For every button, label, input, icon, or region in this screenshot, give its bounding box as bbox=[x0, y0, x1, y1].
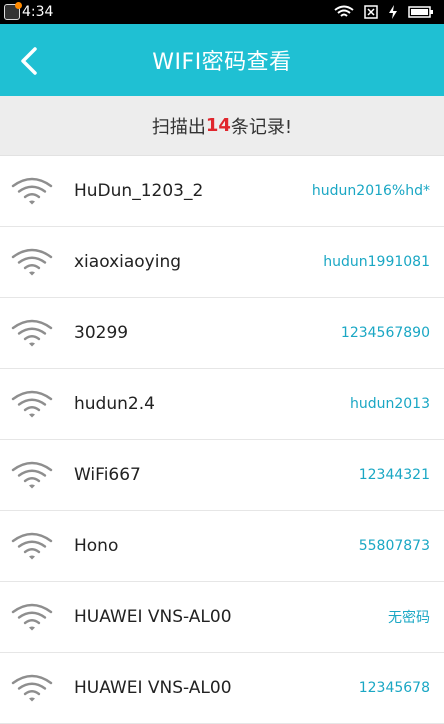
wifi-signal-icon bbox=[334, 5, 354, 19]
status-bar: 4:34 bbox=[0, 0, 444, 24]
network-password[interactable]: 12344321 bbox=[359, 467, 430, 483]
charging-icon bbox=[388, 5, 398, 19]
status-right bbox=[334, 5, 434, 19]
no-sim-icon bbox=[364, 5, 378, 19]
wifi-icon bbox=[10, 315, 54, 351]
status-left: 4:34 bbox=[4, 2, 54, 20]
chevron-left-icon bbox=[21, 47, 37, 75]
wifi-list-item[interactable]: WiFi667 12344321 bbox=[0, 440, 444, 511]
network-ssid: Hono bbox=[74, 536, 119, 556]
wifi-list-item[interactable]: HuDun_1203_2 hudun2016%hd* bbox=[0, 156, 444, 227]
network-ssid: HuDun_1203_2 bbox=[74, 181, 204, 201]
network-ssid: HUAWEI VNS-AL00 bbox=[74, 678, 232, 698]
status-time: 4:34 bbox=[22, 4, 54, 20]
wifi-icon bbox=[10, 386, 54, 422]
summary-suffix: 条记录! bbox=[230, 116, 293, 138]
wifi-list: HuDun_1203_2 hudun2016%hd* xiaoxiaoying … bbox=[0, 156, 444, 724]
network-ssid: hudun2.4 bbox=[74, 394, 155, 414]
network-password[interactable]: hudun2013 bbox=[350, 396, 430, 412]
wifi-icon bbox=[10, 670, 54, 706]
network-password[interactable]: 无密码 bbox=[388, 607, 430, 627]
network-password[interactable]: hudun1991081 bbox=[323, 254, 430, 270]
wifi-list-item[interactable]: hudun2.4 hudun2013 bbox=[0, 369, 444, 440]
wifi-list-item[interactable]: HUAWEI VNS-AL00 无密码 bbox=[0, 582, 444, 653]
network-password[interactable]: 12345678 bbox=[359, 680, 430, 696]
wifi-icon bbox=[10, 528, 54, 564]
wifi-icon bbox=[10, 457, 54, 493]
back-button[interactable] bbox=[16, 46, 42, 76]
network-password[interactable]: 55807873 bbox=[359, 538, 430, 554]
app-bar: WIFI密码查看 bbox=[0, 24, 444, 96]
network-password[interactable]: hudun2016%hd* bbox=[312, 183, 430, 199]
wifi-list-item[interactable]: Hono 55807873 bbox=[0, 511, 444, 582]
summary-prefix: 扫描出 bbox=[151, 116, 206, 138]
network-ssid: HUAWEI VNS-AL00 bbox=[74, 607, 232, 627]
wifi-icon bbox=[10, 599, 54, 635]
wifi-list-item[interactable]: xiaoxiaoying hudun1991081 bbox=[0, 227, 444, 298]
page-title: WIFI密码查看 bbox=[152, 50, 292, 75]
notification-app-icon bbox=[4, 2, 22, 20]
network-ssid: xiaoxiaoying bbox=[74, 252, 182, 272]
wifi-list-item[interactable]: HUAWEI VNS-AL00 12345678 bbox=[0, 653, 444, 724]
record-count: 14 bbox=[205, 115, 231, 136]
scan-summary: 扫描出 14 条记录! bbox=[0, 96, 444, 156]
network-password[interactable]: 1234567890 bbox=[341, 325, 430, 341]
battery-icon bbox=[408, 5, 434, 19]
wifi-list-item[interactable]: 30299 1234567890 bbox=[0, 298, 444, 369]
network-ssid: 30299 bbox=[74, 323, 129, 343]
wifi-icon bbox=[10, 244, 54, 280]
wifi-icon bbox=[10, 173, 54, 209]
network-ssid: WiFi667 bbox=[74, 465, 141, 485]
